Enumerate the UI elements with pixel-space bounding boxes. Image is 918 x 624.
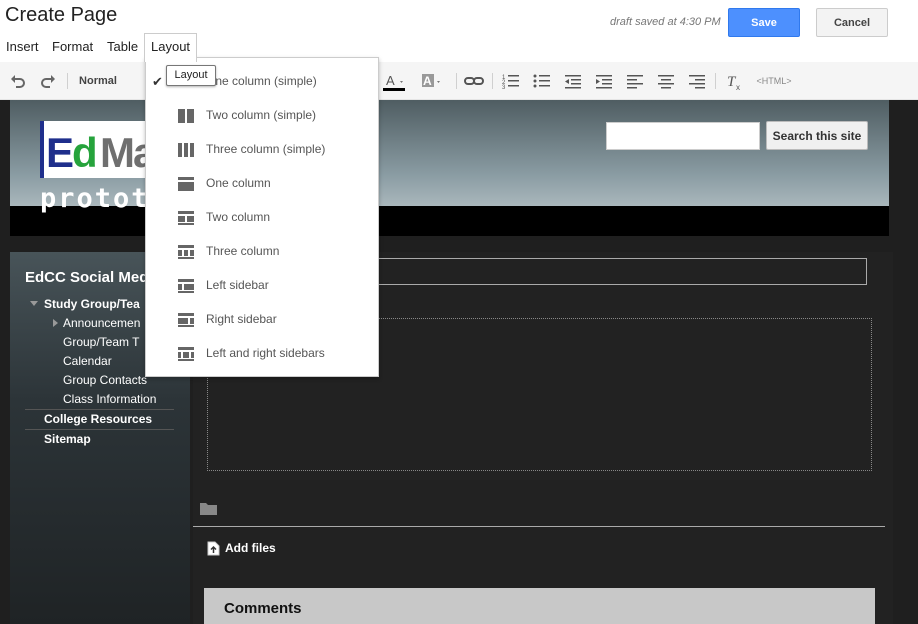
two-column-simple-icon xyxy=(178,109,194,128)
sidebar-title: EdCC Social Med xyxy=(25,269,149,286)
layout-tooltip: Layout xyxy=(166,65,216,86)
two-column-icon xyxy=(178,211,194,230)
align-right-icon[interactable] xyxy=(686,70,708,92)
layout-option-label: Right sidebar xyxy=(206,312,277,326)
nav-group-team[interactable]: Group/Team T xyxy=(63,335,139,349)
nav-study-group[interactable]: Study Group/Tea xyxy=(44,297,140,311)
three-column-icon xyxy=(178,245,194,264)
three-column-simple-icon xyxy=(178,143,194,162)
layout-option-label: Left sidebar xyxy=(206,278,269,292)
add-file-icon[interactable] xyxy=(207,541,220,561)
content-divider xyxy=(193,526,885,527)
html-button[interactable]: <HTML> xyxy=(752,70,796,92)
layout-option-label: Two column (simple) xyxy=(206,108,317,122)
folder-icon xyxy=(200,502,217,520)
layout-three-column-simple[interactable]: Three column (simple) xyxy=(146,133,378,167)
toolbar-separator xyxy=(715,73,716,89)
page-title: Create Page xyxy=(5,4,118,26)
svg-text:3: 3 xyxy=(502,85,506,89)
menu-layout[interactable]: Layout xyxy=(144,33,198,62)
check-icon: ✔ xyxy=(152,74,163,89)
layout-dropdown-menu: ✔ One column (simple) Two column (simple… xyxy=(145,57,379,377)
clear-formatting-icon[interactable]: Tx xyxy=(724,70,746,92)
nav-calendar[interactable]: Calendar xyxy=(63,354,112,368)
layout-two-column[interactable]: Two column xyxy=(146,201,378,235)
layout-one-column[interactable]: One column xyxy=(146,167,378,201)
one-column-icon xyxy=(178,177,194,196)
layout-option-label: Left and right sidebars xyxy=(206,346,325,360)
svg-text:A: A xyxy=(423,74,432,88)
site-logo: Ed Ma xyxy=(40,121,162,178)
layout-two-column-simple[interactable]: Two column (simple) xyxy=(146,99,378,133)
expand-down-icon[interactable] xyxy=(30,301,38,306)
bulleted-list-icon[interactable] xyxy=(531,70,553,92)
draft-status: draft saved at 4:30 PM xyxy=(610,16,721,28)
redo-icon[interactable] xyxy=(38,70,58,92)
layout-option-label: Three column (simple) xyxy=(206,142,326,156)
layout-right-sidebar[interactable]: Right sidebar xyxy=(146,303,378,337)
toolbar-separator xyxy=(456,73,457,89)
right-sidebar-icon xyxy=(178,313,194,332)
highlight-color-icon[interactable]: A xyxy=(420,70,446,92)
left-sidebar-icon xyxy=(178,279,194,298)
layout-left-right-sidebars[interactable]: Left and right sidebars xyxy=(146,337,378,371)
menu-format[interactable]: Format xyxy=(46,33,99,61)
layout-three-column[interactable]: Three column xyxy=(146,235,378,269)
link-icon[interactable] xyxy=(463,70,485,92)
site-banner: Ed Ma prototy o Search this site xyxy=(10,100,889,236)
numbered-list-icon[interactable]: 123 xyxy=(500,70,522,92)
undo-icon[interactable] xyxy=(8,70,28,92)
nav-sitemap[interactable]: Sitemap xyxy=(44,432,91,446)
svg-text:x: x xyxy=(736,83,740,91)
nav-group-contacts[interactable]: Group Contacts xyxy=(63,373,147,387)
nav-class-information[interactable]: Class Information xyxy=(63,392,156,406)
menu-insert[interactable]: Insert xyxy=(0,33,45,61)
add-files-link[interactable]: Add files xyxy=(225,541,276,555)
comments-heading: Comments xyxy=(224,600,302,617)
cancel-button[interactable]: Cancel xyxy=(816,8,888,37)
nav-divider xyxy=(25,429,174,430)
site-search-input[interactable] xyxy=(606,122,760,150)
save-button[interactable]: Save xyxy=(728,8,800,37)
align-center-icon[interactable] xyxy=(655,70,677,92)
nav-announcements[interactable]: Announcemen xyxy=(63,316,140,330)
comments-section: Comments xyxy=(204,588,875,624)
layout-left-sidebar[interactable]: Left sidebar xyxy=(146,269,378,303)
formatting-toolbar: Normal A A 123 Tx <HTML> xyxy=(0,62,918,100)
toolbar-separator xyxy=(67,73,68,89)
expand-right-icon[interactable] xyxy=(53,319,58,327)
search-site-button[interactable]: Search this site xyxy=(766,121,868,150)
nav-college-resources[interactable]: College Resources xyxy=(44,412,152,426)
menu-table[interactable]: Table xyxy=(101,33,144,61)
nav-divider xyxy=(25,409,174,410)
logo-letter-e: E xyxy=(46,129,74,176)
indent-less-icon[interactable] xyxy=(562,70,584,92)
left-right-sidebars-icon xyxy=(178,347,194,366)
site-preview: Ed Ma prototy o Search this site EdCC So… xyxy=(0,100,918,624)
align-left-icon[interactable] xyxy=(624,70,646,92)
layout-option-label: One column xyxy=(206,176,271,190)
editor-header: Create Page draft saved at 4:30 PM Save … xyxy=(0,0,918,62)
svg-text:A: A xyxy=(386,73,395,88)
logo-letter-d: d xyxy=(72,129,98,176)
layout-option-label: Two column xyxy=(206,210,271,224)
layout-option-label: Three column xyxy=(206,244,280,258)
indent-more-icon[interactable] xyxy=(593,70,615,92)
toolbar-separator xyxy=(492,73,493,89)
layout-option-label: One column (simple) xyxy=(206,74,317,88)
paragraph-style-select[interactable]: Normal xyxy=(76,70,120,92)
text-color-icon[interactable]: A xyxy=(383,70,409,92)
